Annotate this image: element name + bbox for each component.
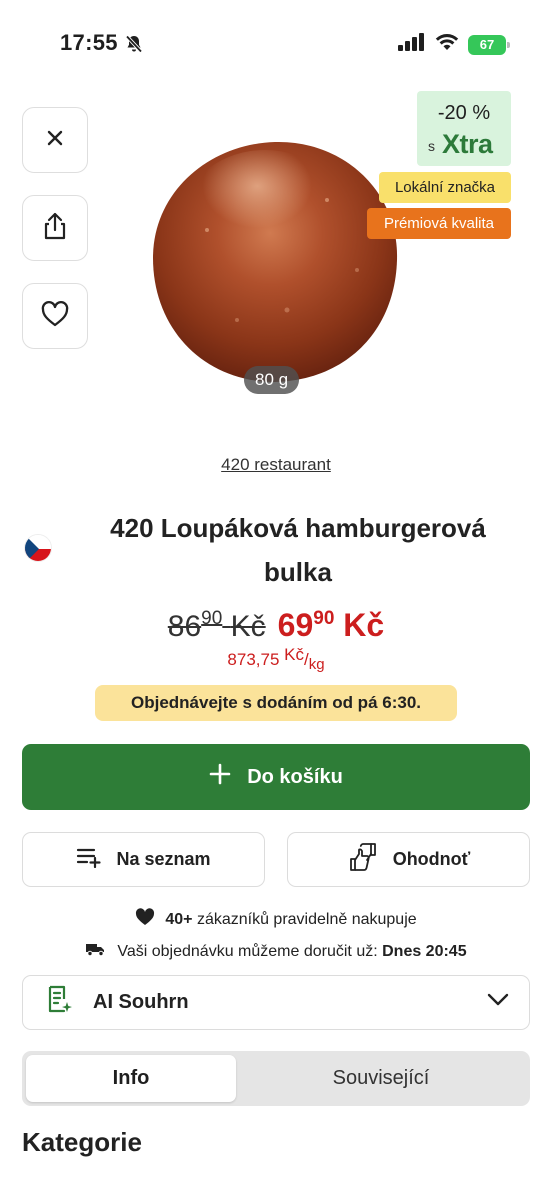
add-to-list-button[interactable]: Na seznam [22,832,265,887]
xtra-discount: -20 % [437,102,491,124]
tab-related[interactable]: Související [236,1055,526,1102]
old-price: 8690 Kč [167,608,266,643]
delivery-truck-icon [85,941,107,962]
status-bar: 17:55 67 [0,0,552,90]
product-title-line1: 420 Loupáková hamburgerová [110,513,486,543]
eta-value: Dnes 20:45 [382,942,467,960]
ai-summary-accordion[interactable]: AI Souhrn [22,975,530,1030]
ai-document-icon [47,985,73,1020]
close-icon [45,128,65,153]
regular-customers-line: 40+ zákazníků pravidelně nakupuje [0,908,552,931]
product-image [147,110,403,390]
bell-muted-icon [124,34,144,59]
ai-summary-label: AI Souhrn [93,991,189,1013]
category-heading: Kategorie [22,1127,142,1157]
premium-quality-badge: Prémiová kvalita [367,208,511,239]
share-icon [41,211,69,246]
xtra-logo: Xtra [442,129,493,159]
customers-count: 40+ [165,910,193,928]
heart-outline-icon [40,300,70,333]
status-time: 17:55 [60,30,118,55]
unit-price: 873,75 Kč/kg [227,645,325,673]
tab-info[interactable]: Info [26,1055,236,1102]
add-to-list-label: Na seznam [116,849,211,869]
heart-filled-icon [135,908,155,931]
close-button[interactable] [22,107,88,173]
price-row: 8690 Kč 6990 Kč [0,596,552,650]
plus-icon [209,763,231,791]
list-add-icon [76,846,102,873]
product-title-line2: bulka [264,557,332,587]
product-title: 420 Loupáková hamburgerová bulka [70,506,526,594]
delivery-note: Objednávejte s dodáním od pá 6:30. [95,685,457,721]
thumbs-rating-icon [347,841,379,878]
add-to-cart-label: Do košíku [247,765,343,788]
brand-link[interactable]: 420 restaurant [0,455,552,475]
add-to-cart-button[interactable]: Do košíku [22,744,530,810]
wifi-icon [435,33,459,56]
czech-flag-icon [24,534,52,562]
new-price: 6990 Kč [277,607,385,643]
eta-text: Vaši objednávku můžeme doručit už: [117,942,378,960]
xtra-discount-badge: -20 % s Xtra [417,91,511,166]
customers-text: zákazníků pravidelně nakupuje [196,910,417,928]
chevron-down-icon [487,993,509,1012]
rate-label: Ohodnoť [392,849,471,869]
signal-icon [398,33,426,56]
xtra-with-label: s [428,138,435,154]
weight-pill: 80 g [244,366,300,394]
delivery-eta-line: Vaši objednávku můžeme doručit už: Dnes … [0,941,552,962]
local-brand-badge: Lokální značka [379,172,511,203]
product-tabs: Info Související [22,1051,530,1106]
rate-button[interactable]: Ohodnoť [287,832,530,887]
battery-icon: 67 [468,34,510,55]
share-button[interactable] [22,195,88,261]
favorite-button[interactable] [22,283,88,349]
